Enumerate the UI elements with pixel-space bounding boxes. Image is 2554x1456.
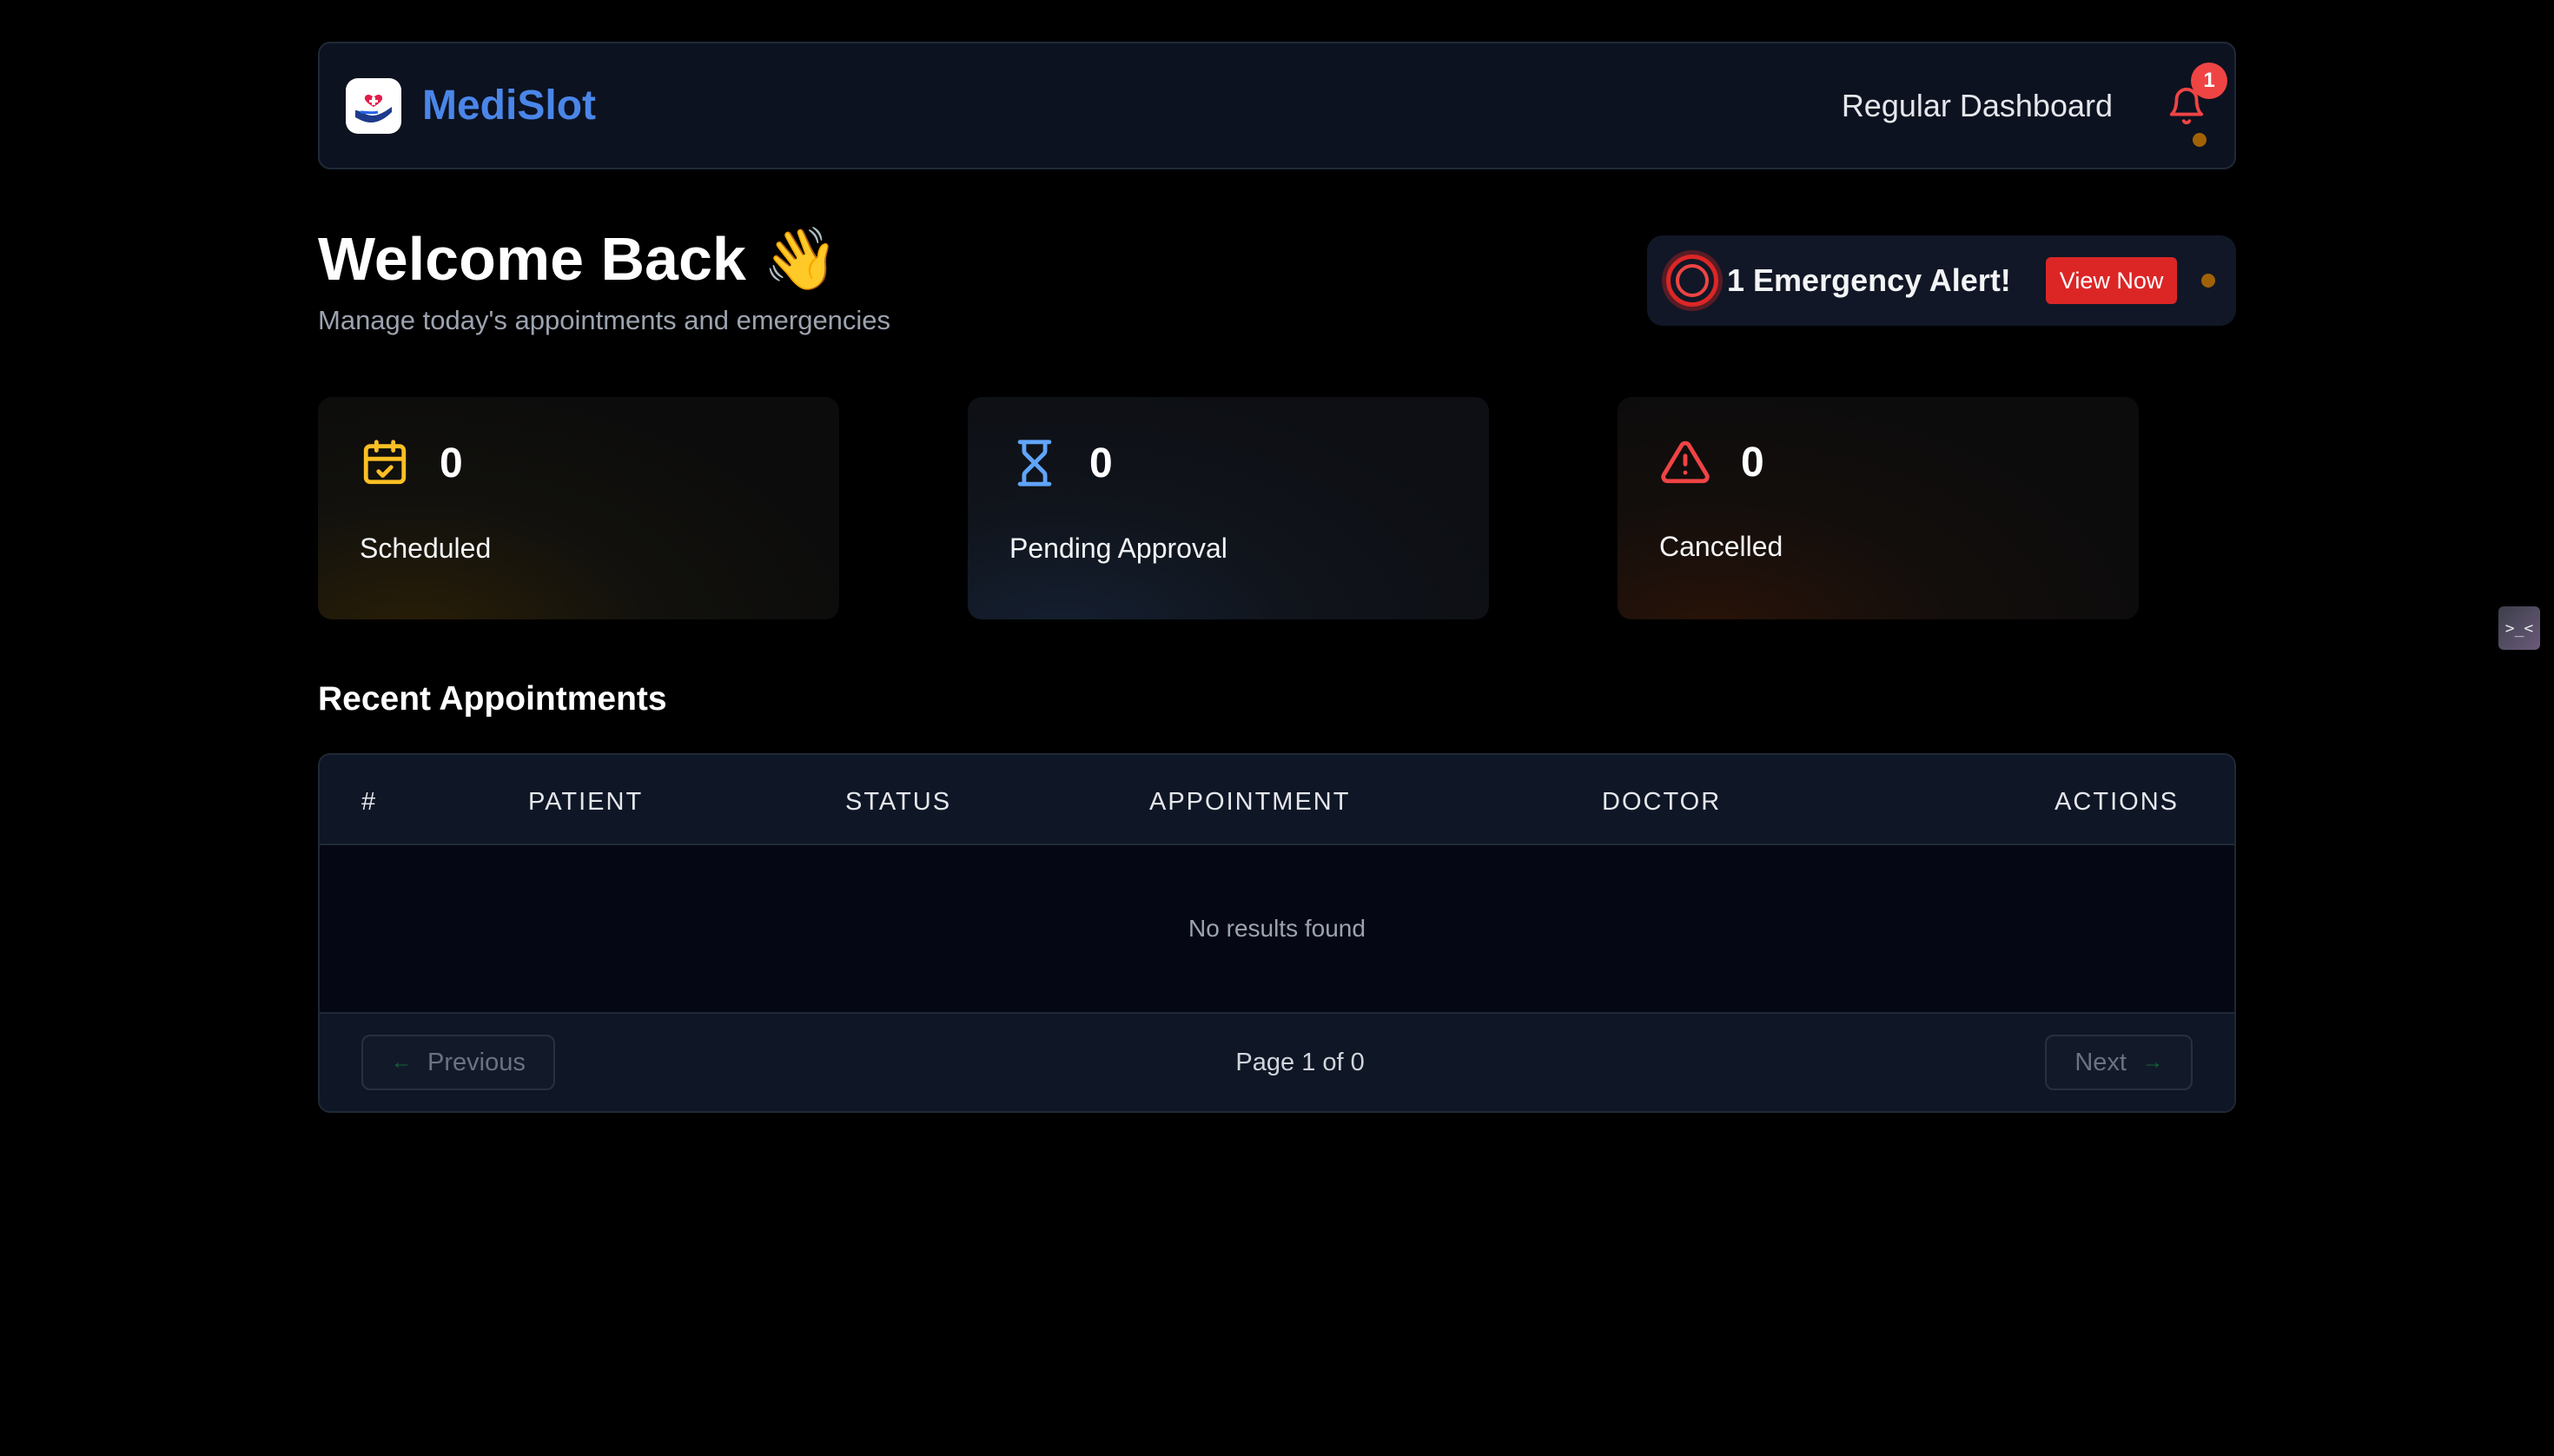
table-header: # PATIENT STATUS APPOINTMENT DOCTOR ACTI… bbox=[320, 755, 2234, 845]
pagination: ← Previous Page 1 of 0 Next → bbox=[320, 1012, 2234, 1111]
stat-value: 0 bbox=[1741, 439, 1764, 486]
warning-triangle-icon bbox=[1661, 440, 1710, 484]
stat-card-cancelled[interactable]: 0 Cancelled bbox=[1618, 397, 2139, 619]
emergency-alert-banner: 1 Emergency Alert! View Now bbox=[1647, 235, 2236, 326]
column-header-status: STATUS bbox=[845, 788, 952, 816]
top-navbar: MediSlot Regular Dashboard 1 bbox=[318, 42, 2236, 169]
appointments-table: # PATIENT STATUS APPOINTMENT DOCTOR ACTI… bbox=[318, 753, 2236, 1113]
previous-label: Previous bbox=[427, 1048, 526, 1076]
stat-label: Scheduled bbox=[360, 533, 492, 564]
hourglass-icon bbox=[1017, 440, 1052, 486]
stat-card-pending-approval[interactable]: 0 Pending Approval bbox=[968, 397, 1489, 619]
welcome-text: Welcome Back 👋 Manage today's appointmen… bbox=[318, 228, 890, 336]
column-header-patient: PATIENT bbox=[528, 788, 644, 816]
next-page-button[interactable]: Next → bbox=[2045, 1035, 2193, 1090]
brand-name: MediSlot bbox=[422, 83, 596, 129]
stat-card-scheduled[interactable]: 0 Scheduled bbox=[318, 397, 839, 619]
column-header-appointment: APPOINTMENT bbox=[1149, 788, 1351, 816]
page-subtitle: Manage today's appointments and emergenc… bbox=[318, 305, 891, 335]
arrow-right-icon: → bbox=[2142, 1050, 2163, 1074]
notifications-button[interactable]: 1 bbox=[2165, 62, 2227, 130]
stat-value: 0 bbox=[1089, 440, 1113, 486]
stats-cards: 0 Scheduled 0 Pending Approval 0 Cancell… bbox=[318, 397, 2236, 619]
floating-widget-button[interactable]: >_< bbox=[2498, 606, 2540, 650]
medislot-logo-icon bbox=[346, 77, 401, 134]
stat-label: Pending Approval bbox=[1009, 533, 1227, 564]
calendar-check-icon bbox=[363, 440, 407, 485]
alert-status-dot bbox=[2201, 274, 2215, 288]
notification-badge: 1 bbox=[2191, 62, 2227, 99]
page-indicator: Page 1 of 0 bbox=[1235, 1048, 1365, 1076]
emergency-alert-text: 1 Emergency Alert! bbox=[1727, 262, 2011, 298]
column-header-doctor: DOCTOR bbox=[1602, 788, 1722, 816]
recent-appointments-title: Recent Appointments bbox=[318, 680, 667, 718]
app-container: MediSlot Regular Dashboard 1 Welcome Bac… bbox=[318, 42, 2236, 1113]
page-title: Welcome Back 👋 bbox=[318, 225, 839, 293]
welcome-section: Welcome Back 👋 Manage today's appointmen… bbox=[318, 228, 2236, 336]
column-header-actions: ACTIONS bbox=[2054, 788, 2179, 816]
dashboard-mode-label[interactable]: Regular Dashboard bbox=[1842, 88, 2113, 124]
brand[interactable]: MediSlot bbox=[346, 77, 596, 134]
column-header-number: # bbox=[361, 788, 378, 816]
empty-state: No results found bbox=[320, 845, 2234, 1012]
status-dot bbox=[2193, 133, 2207, 147]
previous-page-button[interactable]: ← Previous bbox=[361, 1035, 555, 1090]
alert-pulse-icon bbox=[1666, 255, 1718, 307]
stat-label: Cancelled bbox=[1659, 531, 1783, 562]
arrow-left-icon: ← bbox=[391, 1050, 412, 1074]
view-now-button[interactable]: View Now bbox=[2045, 257, 2178, 304]
next-label: Next bbox=[2074, 1048, 2127, 1076]
header-right: Regular Dashboard 1 bbox=[1842, 62, 2227, 130]
stat-value: 0 bbox=[440, 440, 463, 486]
